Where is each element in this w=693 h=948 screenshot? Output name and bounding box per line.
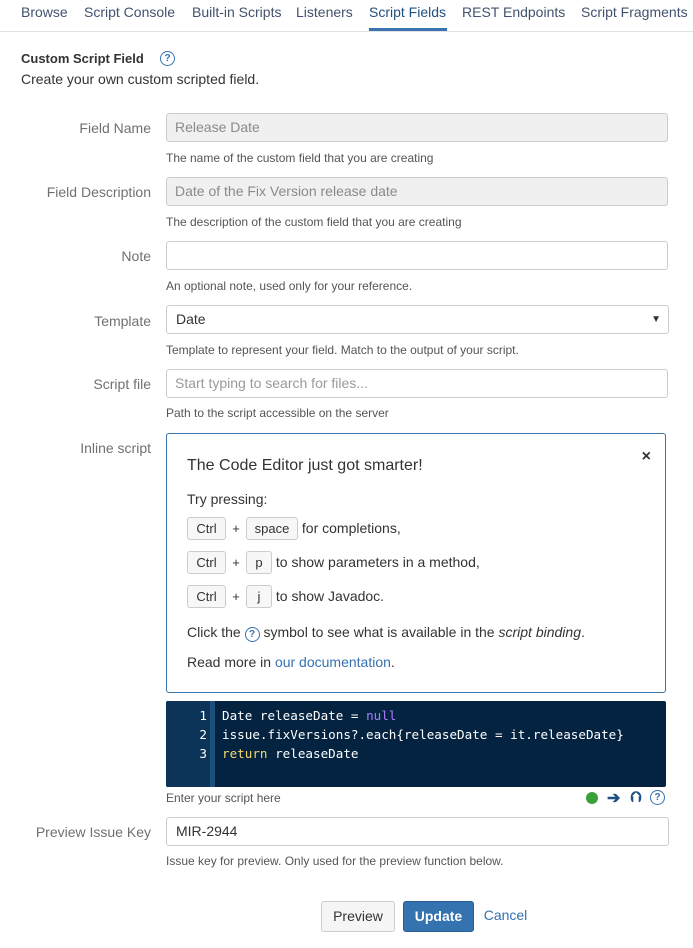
tip-binding-line: Click the ? symbol to see what is availa… xyxy=(187,624,585,642)
tab-bar: Browse Script Console Built-in Scripts L… xyxy=(0,0,693,32)
line-number: 3 xyxy=(199,746,207,761)
shortcut-description: for completions, xyxy=(301,520,401,536)
key-p: p xyxy=(246,551,272,574)
help-icon[interactable]: ? xyxy=(160,51,175,66)
field-description-hint: The description of the custom field that… xyxy=(166,215,462,229)
code-keyword-return: return xyxy=(222,746,268,761)
note-label: Note xyxy=(121,248,151,264)
tab-script-fragments[interactable]: Script Fragments xyxy=(581,4,688,20)
binding-text-emphasis: script binding xyxy=(498,624,581,640)
tab-built-in-scripts[interactable]: Built-in Scripts xyxy=(192,4,281,20)
preview-button[interactable]: Preview xyxy=(321,901,395,932)
code-keyword-null: null xyxy=(366,708,397,723)
tab-browse[interactable]: Browse xyxy=(21,4,68,20)
script-file-hint: Path to the script accessible on the ser… xyxy=(166,406,389,420)
shortcut-description: to show parameters in a method, xyxy=(275,554,480,570)
tip-read-more: Read more in our documentation. xyxy=(187,654,395,670)
line-number: 2 xyxy=(199,727,207,742)
script-file-label: Script file xyxy=(93,376,151,392)
inline-script-label: Inline script xyxy=(80,440,151,456)
field-name-input[interactable]: Release Date xyxy=(166,113,668,142)
code-line-3: return releaseDate xyxy=(222,746,359,761)
binding-text-post: . xyxy=(580,624,585,640)
documentation-link[interactable]: our documentation xyxy=(275,654,391,670)
code-editor[interactable]: 1 2 3 Date releaseDate = null issue.fixV… xyxy=(166,701,666,787)
status-ok-icon xyxy=(586,792,598,804)
shortcut-parameters: Ctrl + p to show parameters in a method, xyxy=(187,551,480,574)
chevron-down-icon: ▼ xyxy=(651,314,661,325)
key-j: j xyxy=(246,585,272,608)
preview-issue-key-input[interactable]: MIR-2944 xyxy=(166,817,669,846)
update-button[interactable]: Update xyxy=(403,901,474,932)
close-icon[interactable]: × xyxy=(642,448,651,466)
shortcut-javadoc: Ctrl + j to show Javadoc. xyxy=(187,585,384,608)
preview-issue-key-label: Preview Issue Key xyxy=(35,824,151,840)
binding-text-mid: symbol to see what is available in the xyxy=(263,624,495,640)
code-line-2: issue.fixVersions?.each{releaseDate = it… xyxy=(222,727,624,742)
key-ctrl: Ctrl xyxy=(187,551,226,574)
key-space: space xyxy=(246,517,298,540)
tab-rest-endpoints[interactable]: REST Endpoints xyxy=(462,4,565,20)
help-icon[interactable]: ? xyxy=(650,790,665,805)
plus-sign: + xyxy=(232,555,240,570)
arrow-right-icon[interactable]: ➔ xyxy=(607,788,620,808)
script-file-input[interactable]: Start typing to search for files... xyxy=(166,369,668,398)
note-input[interactable] xyxy=(166,241,668,270)
code-text: Date releaseDate = xyxy=(222,708,367,723)
key-ctrl: Ctrl xyxy=(187,517,226,540)
arrow-up-icon[interactable]: ⮉ xyxy=(630,789,641,806)
field-name-hint: The name of the custom field that you ar… xyxy=(166,151,434,165)
code-text: releaseDate xyxy=(267,746,359,761)
line-number: 1 xyxy=(199,708,207,723)
page-title: Custom Script Field xyxy=(21,51,144,66)
tip-try-pressing: Try pressing: xyxy=(187,491,268,507)
active-tab-indicator xyxy=(369,28,447,31)
code-line-1: Date releaseDate = null xyxy=(222,708,396,723)
note-hint: An optional note, used only for your ref… xyxy=(166,279,413,293)
key-ctrl: Ctrl xyxy=(187,585,226,608)
tab-script-console[interactable]: Script Console xyxy=(84,4,175,20)
cancel-link[interactable]: Cancel xyxy=(478,901,533,930)
field-description-input[interactable]: Date of the Fix Version release date xyxy=(166,177,668,206)
field-description-label: Field Description xyxy=(46,184,151,200)
editor-gutter-bar xyxy=(210,701,215,787)
read-more-text: Read more in xyxy=(187,654,272,670)
editor-hint: Enter your script here xyxy=(166,791,281,805)
plus-sign: + xyxy=(232,521,240,536)
read-more-post: . xyxy=(390,654,395,670)
template-select[interactable]: Date ▼ xyxy=(166,305,669,334)
field-name-label: Field Name xyxy=(79,120,151,136)
tab-listeners[interactable]: Listeners xyxy=(296,4,353,20)
binding-text-pre: Click the xyxy=(187,624,241,640)
template-hint: Template to represent your field. Match … xyxy=(166,343,519,357)
help-icon[interactable]: ? xyxy=(244,627,260,642)
page-subtitle: Create your own custom scripted field. xyxy=(21,71,260,87)
shortcut-description: to show Javadoc. xyxy=(275,588,385,604)
tab-script-fields[interactable]: Script Fields xyxy=(369,4,446,20)
shortcut-completions: Ctrl + space for completions, xyxy=(187,517,401,540)
tip-title: The Code Editor just got smarter! xyxy=(187,457,423,474)
template-select-value: Date xyxy=(176,311,206,327)
plus-sign: + xyxy=(232,589,240,604)
template-label: Template xyxy=(94,313,151,329)
code-editor-tip-panel: The Code Editor just got smarter! × Try … xyxy=(166,433,666,693)
preview-issue-key-hint: Issue key for preview. Only used for the… xyxy=(166,854,504,868)
